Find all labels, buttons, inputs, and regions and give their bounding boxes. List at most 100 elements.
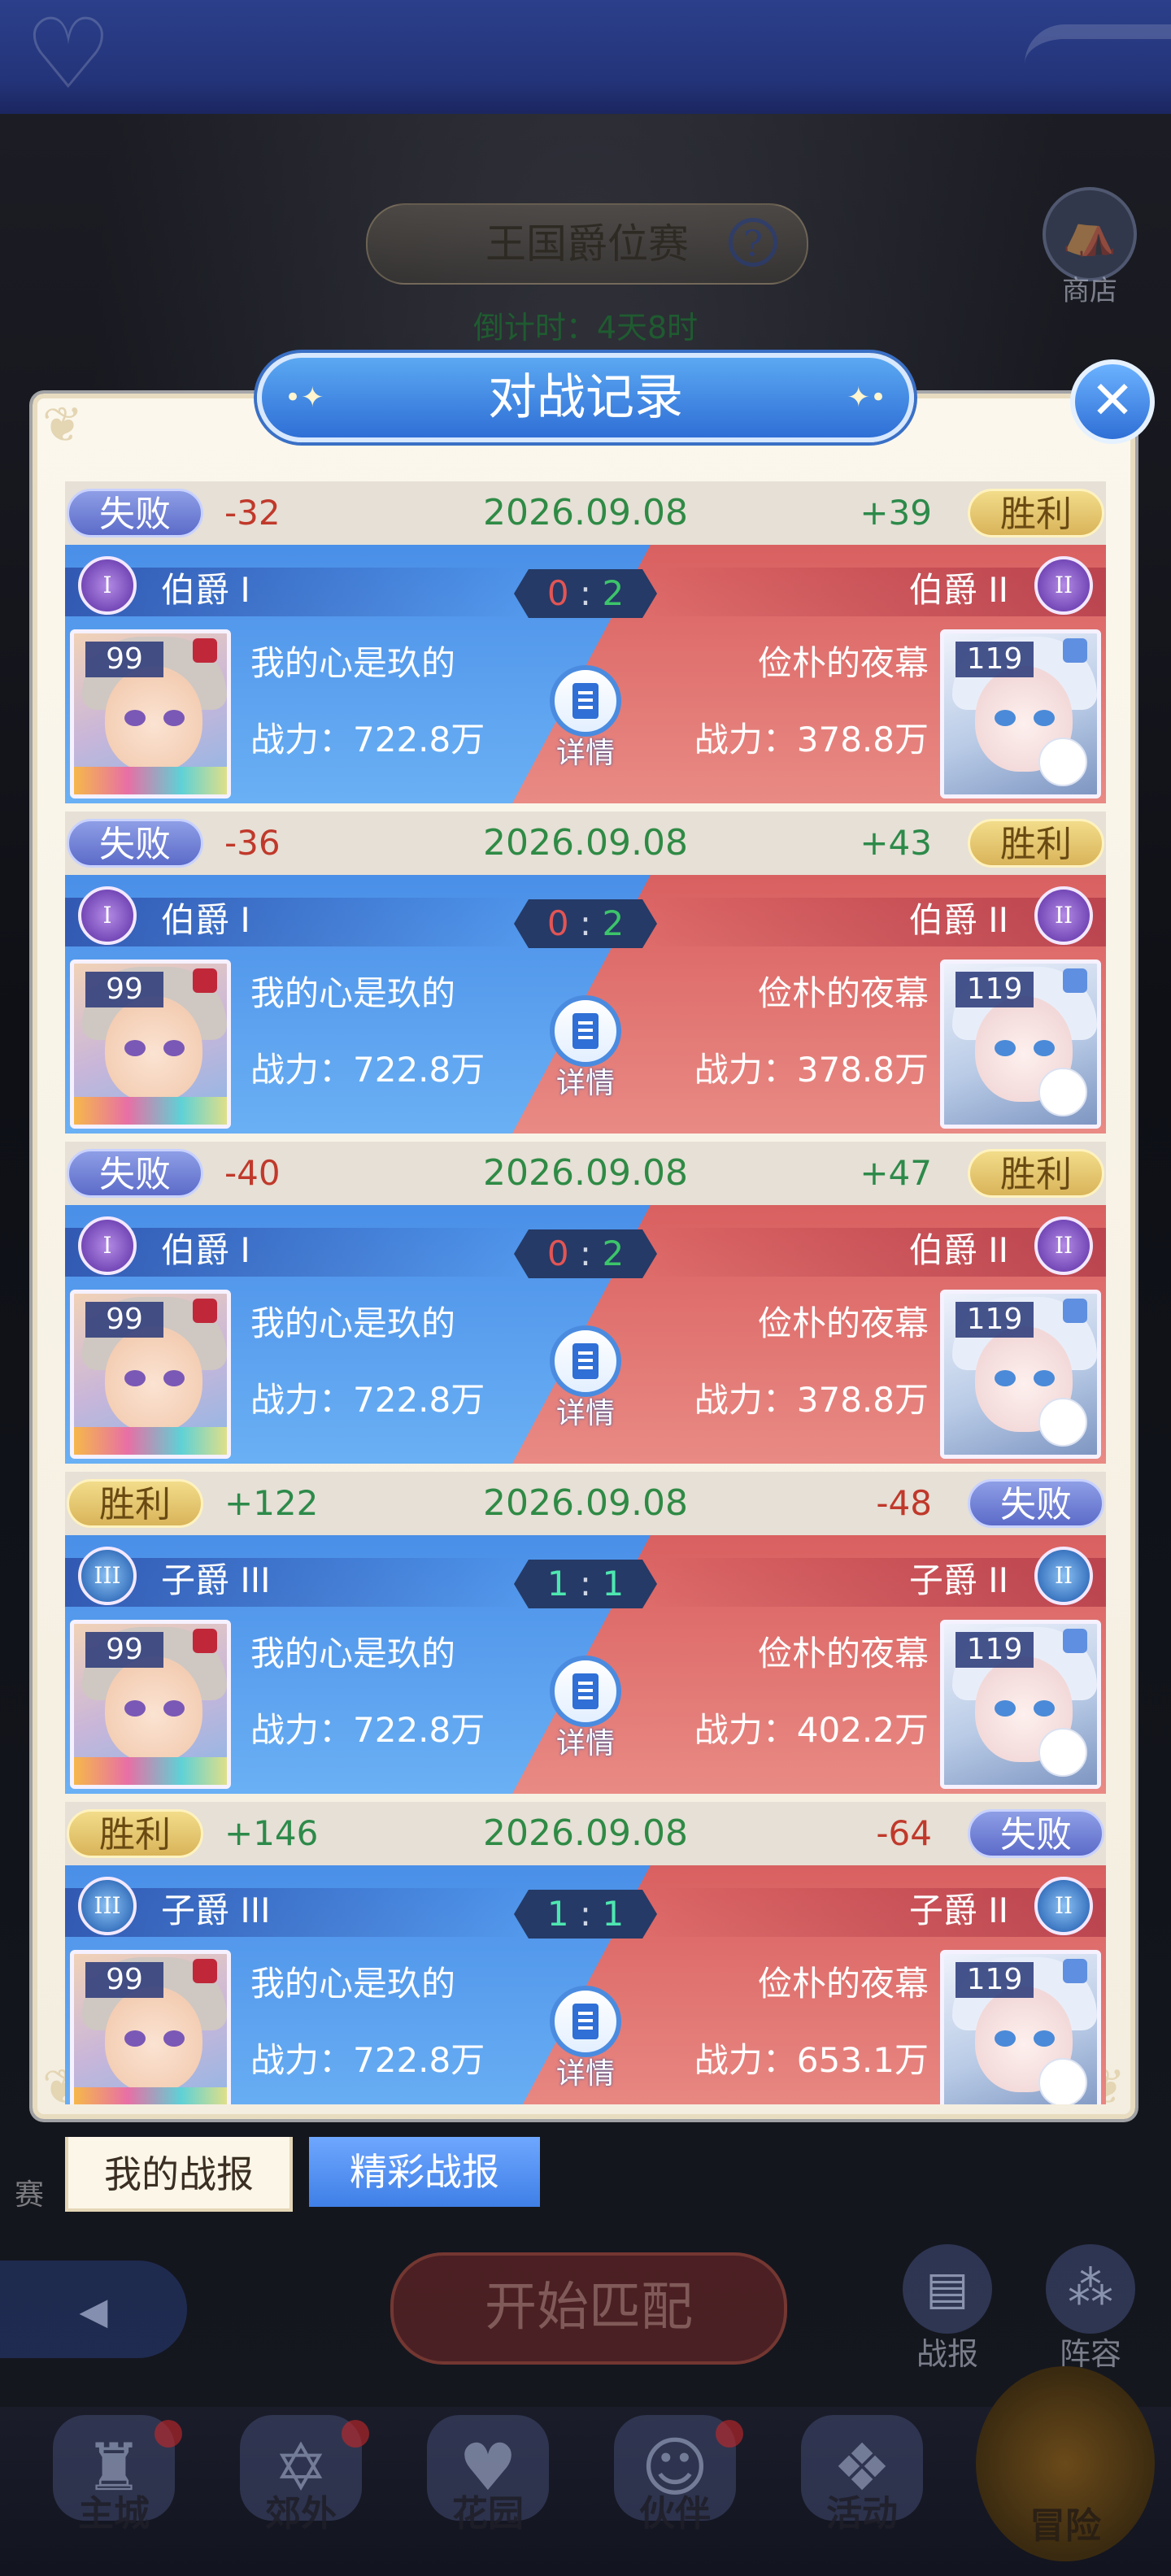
sparkle-icon: ✦• (847, 381, 886, 414)
top-banner: ♡ (0, 0, 1171, 114)
record-header: 胜利 +146 2026.09.08 -64 失败 (65, 1802, 1106, 1865)
right-rank: 伯爵 II (908, 900, 1008, 940)
score-right: 1 (602, 1894, 625, 1934)
nav-item-adventure[interactable]: 冒险 (976, 2366, 1155, 2561)
nav-label: 花园 (452, 2493, 524, 2535)
opponent-avatar[interactable]: 119 (940, 1290, 1101, 1459)
score-separator: : (579, 1894, 592, 1934)
record-list[interactable]: 失败 -32 2026.09.08 +39 胜利 I 伯爵 I 0 : 2 伯爵… (65, 481, 1106, 2104)
player-name: 我的心是玖的 (250, 1303, 456, 1343)
avatar-face (105, 1656, 202, 1762)
avatar-bow (1063, 968, 1087, 993)
avatar-bow (1063, 1959, 1087, 1983)
opponent-name: 俭朴的夜幕 (757, 1964, 929, 2004)
opponent-avatar[interactable]: 119 (940, 1950, 1101, 2104)
nav-item-partner[interactable]: ☺ 伙伴 (586, 2407, 764, 2576)
back-arrow-icon: ◂ (79, 2276, 108, 2343)
score-right: 2 (602, 903, 625, 943)
opponent-avatar[interactable]: 119 (940, 1620, 1101, 1789)
opponent-level: 119 (956, 642, 1034, 677)
rank-badge-icon: II (1034, 1216, 1093, 1275)
start-match-button[interactable]: 开始匹配 (390, 2252, 787, 2365)
score-separator: : (579, 1564, 592, 1603)
close-button[interactable]: ✕ (1070, 359, 1155, 444)
document-icon (572, 683, 599, 719)
rank-badge-icon: I (78, 1216, 137, 1275)
player-avatar[interactable]: 99 (70, 959, 231, 1129)
avatar-bow (1063, 1299, 1087, 1323)
bunny-icon (1038, 1398, 1087, 1447)
shop-button[interactable]: ⛺ 商店 (1039, 187, 1140, 307)
nav-item-garden[interactable]: ♥ 花园 (398, 2407, 577, 2576)
avatar-eye (995, 1370, 1016, 1386)
tab-my-reports[interactable]: 我的战报 (65, 2137, 293, 2212)
nav-label: 主城 (78, 2493, 150, 2535)
bunny-icon (1038, 2058, 1087, 2104)
avatar-eye (163, 710, 185, 726)
record-date: 2026.09.08 (483, 1812, 688, 1854)
nav-item-activity[interactable]: ❖ 活动 (773, 2407, 951, 2576)
bunny-icon (1038, 738, 1087, 786)
match-score: 0 : 2 (514, 899, 657, 948)
detail-button[interactable]: 详情 (545, 995, 626, 1117)
bunny-icon (1038, 1068, 1087, 1116)
record-date: 2026.09.08 (483, 492, 688, 533)
avatar-eye (1034, 2030, 1055, 2047)
avatar-eye (124, 710, 146, 726)
avatar-eye (1034, 1040, 1055, 1056)
opponent-name: 俭朴的夜幕 (757, 1303, 929, 1343)
battle-report-button[interactable]: ▤ 战报 (895, 2244, 1000, 2374)
rank-badge-icon: I (78, 556, 137, 615)
score-right: 2 (602, 573, 625, 613)
match-score: 1 : 1 (514, 1560, 657, 1608)
opponent-name: 俭朴的夜幕 (757, 1634, 929, 1673)
left-rank: 子爵 III (161, 1560, 271, 1600)
detail-button[interactable]: 详情 (545, 665, 626, 787)
player-level: 99 (85, 642, 163, 677)
avatar-eye (163, 1370, 185, 1386)
avatar-bow (193, 1959, 217, 1983)
player-avatar[interactable]: 99 (70, 1290, 231, 1459)
avatar-flowers (74, 1757, 227, 1785)
report-book-icon: ▤ (903, 2244, 992, 2334)
opponent-power: 战力：378.8万 (694, 1380, 929, 1420)
player-level: 99 (85, 1962, 163, 1998)
opponent-level: 119 (956, 972, 1034, 1007)
player-avatar[interactable]: 99 (70, 1620, 231, 1789)
detail-label: 详情 (555, 1067, 615, 1100)
avatar-flowers (74, 767, 227, 794)
nav-item-main-city[interactable]: ♜ 主城 (24, 2407, 203, 2576)
avatar-eye (163, 1040, 185, 1056)
record-body: I 伯爵 I 0 : 2 伯爵 II II 99 我的心是玖的 战力：722.8… (65, 1205, 1106, 1464)
left-rank: 子爵 III (161, 1891, 271, 1930)
detail-button[interactable]: 详情 (545, 1325, 626, 1447)
detail-button[interactable]: 详情 (545, 1986, 626, 2104)
opponent-avatar[interactable]: 119 (940, 629, 1101, 798)
right-result-badge: 胜利 (968, 489, 1104, 537)
detail-button[interactable]: 详情 (545, 1656, 626, 1778)
avatar-eye (163, 1700, 185, 1717)
avatar-bow (193, 1299, 217, 1323)
record-header: 失败 -36 2026.09.08 +43 胜利 (65, 812, 1106, 875)
player-power: 战力：722.8万 (250, 1050, 485, 1090)
left-rank: 伯爵 I (161, 1230, 250, 1270)
opponent-avatar[interactable]: 119 (940, 959, 1101, 1129)
player-name: 我的心是玖的 (250, 973, 456, 1013)
lineup-button[interactable]: ⁂ 阵容 (1038, 2244, 1143, 2374)
detail-ring (550, 1656, 621, 1727)
score-right: 2 (602, 1234, 625, 1273)
tab-highlight-reports[interactable]: 精彩战报 (309, 2137, 540, 2207)
help-icon[interactable]: ? (729, 218, 777, 267)
player-power: 战力：722.8万 (250, 720, 485, 759)
detail-ring (550, 995, 621, 1067)
rank-badge-icon: III (78, 1877, 137, 1935)
detail-label: 详情 (555, 737, 615, 770)
player-name: 我的心是玖的 (250, 1964, 456, 2004)
left-rank: 伯爵 I (161, 900, 250, 940)
right-rank: 伯爵 II (908, 570, 1008, 610)
back-button[interactable]: ◂ (0, 2261, 187, 2358)
player-avatar[interactable]: 99 (70, 629, 231, 798)
player-avatar[interactable]: 99 (70, 1950, 231, 2104)
nav-item-suburb[interactable]: ✡ 郊外 (211, 2407, 390, 2576)
avatar-eye (1034, 1370, 1055, 1386)
